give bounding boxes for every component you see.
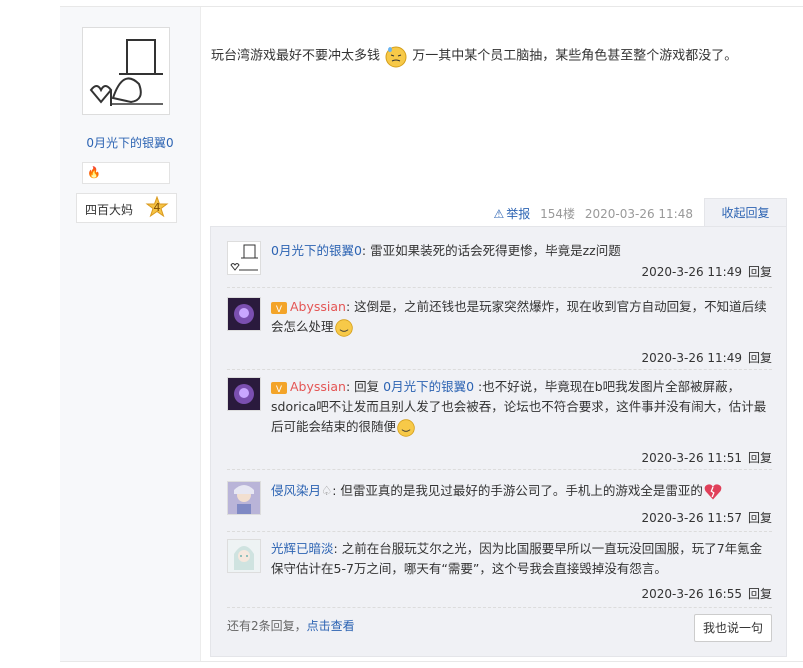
reply-time: 2020-3-26 16:55 (641, 587, 742, 601)
reply-link[interactable]: 回复 (748, 265, 772, 279)
smile-emoji-icon (334, 318, 353, 337)
divider (227, 469, 772, 471)
post-tail: ⚠ 举报 154楼 2020-03-26 11:48 (488, 205, 693, 222)
reply-item: V Abyssian: 回复 0月光下的银翼0 :也不好说，毕竟现在b吧我发图片全… (227, 377, 772, 466)
reply-meta: 2020-3-26 11:49 回复 (641, 263, 772, 280)
smile-emoji-icon (397, 418, 415, 437)
reply-meta: 2020-3-26 16:55 回复 (641, 585, 772, 602)
divider (227, 287, 772, 289)
reply-prefix: : 回复 (345, 379, 384, 394)
reply-text: : 之前在台服玩艾尔之光，因为比国服要早所以一直玩没回国服，玩了7年氪金保守估计… (271, 541, 763, 576)
medal-icon: 🔥 (87, 166, 101, 179)
reply-username[interactable]: Abyssian (290, 299, 346, 314)
report-link[interactable]: ⚠ 举报 (494, 207, 531, 221)
divider (227, 607, 772, 609)
user-suffix: ♤ (321, 483, 333, 498)
reply-panel: 0月光下的银翼0: 雷亚如果装死的话会死得更惨，毕竟是zz问题 2020-3-2… (210, 226, 787, 657)
reply-link[interactable]: 回复 (748, 587, 772, 601)
reply-time: 2020-3-26 11:51 (641, 451, 742, 465)
reply-avatar[interactable] (227, 241, 261, 275)
post-time: 2020-03-26 11:48 (584, 207, 693, 221)
post-content: 玩台湾游戏最好不要冲太多钱 万一其中某个员工脑抽，某些角色甚至整个游戏都没了。 (211, 44, 791, 68)
reply-text: : 但雷亚真的是我见过最好的手游公司了。手机上的游戏全是雷亚的 (332, 483, 703, 498)
reply-username[interactable]: Abyssian (290, 379, 346, 394)
reply-username[interactable]: 侵风染月 (271, 483, 321, 498)
reply-button[interactable]: 我也说一句 (694, 614, 772, 642)
level-number: 4 (154, 201, 161, 214)
author-name[interactable]: 0月光下的银翼0 (60, 134, 200, 151)
reply-to-username[interactable]: 0月光下的银翼0 (383, 379, 474, 394)
reply-link[interactable]: 回复 (748, 451, 772, 465)
reply-meta: 2020-3-26 11:57 回复 (641, 509, 772, 526)
reply-avatar[interactable] (227, 539, 261, 573)
post-text-2: 万一其中某个员工脑抽，某些角色甚至整个游戏都没了。 (412, 48, 738, 64)
post-text-1: 玩台湾游戏最好不要冲太多钱 (211, 48, 381, 64)
more-replies-text: 还有2条回复， (227, 619, 307, 633)
reply-text: : 雷亚如果装死的话会死得更惨，毕竟是zz问题 (361, 243, 621, 258)
reply-username[interactable]: 0月光下的银翼0 (271, 243, 362, 258)
reply-item: 侵风染月♤: 但雷亚真的是我见过最好的手游公司了。手机上的游戏全是雷亚的 202… (227, 481, 772, 527)
reply-link[interactable]: 回复 (748, 511, 772, 525)
level-star-icon: 4 (145, 196, 169, 218)
reply-item: 光辉已暗淡: 之前在台服玩艾尔之光，因为比国服要早所以一直玩没回国服，玩了7年氪… (227, 539, 772, 605)
reply-link[interactable]: 回复 (748, 351, 772, 365)
reply-time: 2020-3-26 11:49 (641, 351, 742, 365)
more-replies: 还有2条回复，点击查看 (227, 617, 355, 634)
broken-heart-icon (704, 483, 722, 499)
sweat-emoji-icon (385, 46, 407, 68)
reply-avatar[interactable] (227, 377, 261, 411)
reply-time: 2020-3-26 11:57 (641, 511, 742, 525)
vip-icon: V (271, 301, 287, 315)
svg-text:V: V (276, 385, 283, 395)
view-more-link[interactable]: 点击查看 (307, 619, 355, 633)
collapse-replies-button[interactable]: 收起回复 (704, 198, 787, 227)
reply-avatar[interactable] (227, 481, 261, 515)
level-title: 四百大妈 (85, 203, 134, 217)
reply-username[interactable]: 光辉已暗淡 (271, 541, 334, 556)
reply-item: V Abyssian: 这倒是，之前还钱也是玩家突然爆炸，现在收到官方自动回复，不… (227, 297, 772, 366)
reply-meta: 2020-3-26 11:51 回复 (641, 449, 772, 466)
medal-badge: 🔥 (82, 162, 170, 184)
divider (227, 369, 772, 371)
reply-meta: 2020-3-26 11:49 回复 (641, 349, 772, 366)
divider (227, 531, 772, 533)
vip-icon: V (271, 381, 287, 395)
reply-item: 0月光下的银翼0: 雷亚如果装死的话会死得更惨，毕竟是zz问题 2020-3-2… (227, 241, 772, 281)
reply-avatar[interactable] (227, 297, 261, 331)
reply-time: 2020-3-26 11:49 (641, 265, 742, 279)
svg-text:V: V (276, 305, 283, 315)
author-avatar[interactable] (82, 27, 170, 115)
floor-number: 154楼 (540, 207, 576, 221)
level-badge: 四百大妈 4 (76, 193, 177, 223)
